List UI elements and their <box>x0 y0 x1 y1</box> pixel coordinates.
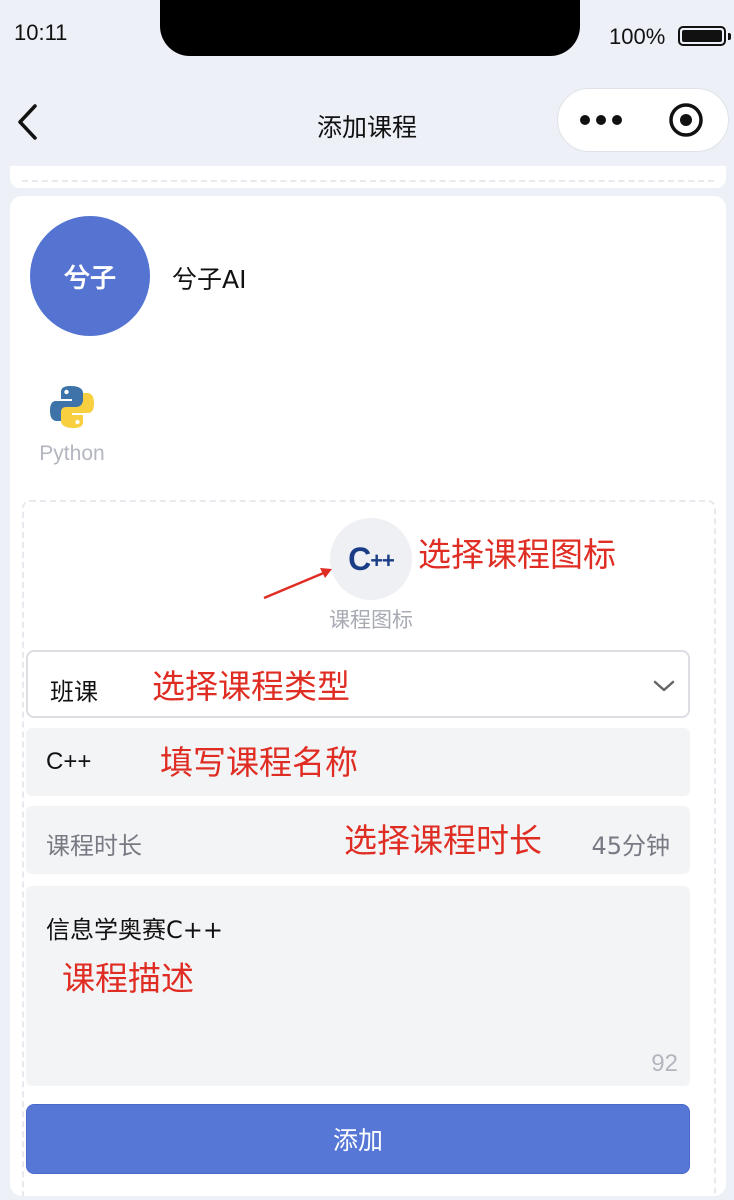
annotation-name-hint: 填写课程名称 <box>160 743 358 782</box>
course-name-value: C++ <box>46 748 92 775</box>
mini-program-capsule <box>557 88 729 152</box>
avatar: 兮子 <box>30 216 150 336</box>
device-notch <box>160 0 580 56</box>
annotation-duration-hint: 选择课程时长 <box>344 821 542 860</box>
nav-bar: 添加课程 <box>0 78 734 168</box>
add-button[interactable]: 添加 <box>26 1104 690 1174</box>
status-bar: 10:11 100% <box>0 0 734 70</box>
annotation-desc-hint: 课程描述 <box>62 959 194 998</box>
more-button[interactable] <box>558 89 643 151</box>
previous-card-edge <box>10 166 726 188</box>
course-card: 兮子 兮子AI Python C++ 课程图标 选择课程图标 班课 选择课程类型 <box>10 196 726 1196</box>
annotation-arrow-icon <box>263 568 332 600</box>
chevron-down-icon <box>653 680 675 692</box>
course-form: C++ 课程图标 选择课程图标 班课 选择课程类型 C++ 填写课程名称 课程时… <box>22 500 716 1196</box>
annotation-type-hint: 选择课程类型 <box>152 667 350 706</box>
status-time: 10:11 <box>14 20 68 45</box>
battery-percentage: 100% <box>609 24 666 49</box>
course-icon-label: 课程图标 <box>329 608 413 632</box>
target-circle-icon <box>668 103 703 137</box>
course-description-value: 信息学奥赛C++ <box>46 916 223 944</box>
course-duration-label: 课程时长 <box>46 832 142 860</box>
org-name: 兮子AI <box>172 265 247 294</box>
course-name-input[interactable]: C++ <box>26 728 690 796</box>
course-item-label: Python <box>39 442 105 465</box>
course-duration-value: 45分钟 <box>591 832 670 860</box>
python-logo-icon <box>50 386 94 428</box>
annotation-icon-hint: 选择课程图标 <box>418 535 616 574</box>
close-button[interactable] <box>643 89 728 151</box>
course-type-value: 班课 <box>50 678 98 706</box>
course-icon-picker[interactable]: C++ <box>330 518 412 600</box>
course-type-select[interactable]: 班课 <box>26 650 690 718</box>
cpp-logo-icon: C++ <box>348 540 395 577</box>
char-count: 92 <box>651 1050 678 1077</box>
course-item-python[interactable]: Python <box>32 382 112 466</box>
battery-icon <box>678 26 731 46</box>
more-dots-icon <box>579 115 590 125</box>
